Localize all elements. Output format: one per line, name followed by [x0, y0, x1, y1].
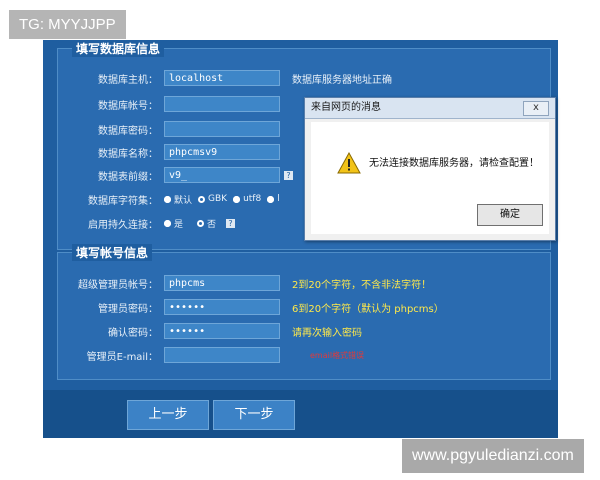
email-label: 管理员E-mail：: [86, 351, 158, 363]
db-user-label: 数据库帐号：: [98, 100, 158, 112]
db-user-input[interactable]: [164, 96, 280, 112]
account-info-legend: 填写帐号信息: [72, 244, 153, 261]
db-charset-label: 数据库字符集：: [88, 195, 158, 207]
admin-user-row: 超级管理员帐号： phpcms 2到20个字符，不含非法字符！: [58, 273, 431, 293]
db-name-label: 数据库名称：: [98, 148, 158, 160]
dialog-title-bar: 来自网页的消息 x: [305, 98, 555, 119]
charset-option-gbk[interactable]: GBK: [198, 194, 227, 204]
confirm-pass-input[interactable]: ••••••: [164, 323, 280, 339]
db-password-label: 数据库密码：: [98, 125, 158, 137]
db-host-row: 数据库主机： localhost 数据库服务器地址正确: [58, 68, 392, 88]
db-name-input[interactable]: phpcmsv9: [164, 144, 280, 160]
db-prefix-input[interactable]: v9_: [164, 167, 280, 183]
db-password-input[interactable]: [164, 121, 280, 137]
admin-pass-label: 管理员密码：: [98, 303, 158, 315]
ok-button[interactable]: 确定: [477, 204, 543, 226]
prev-button[interactable]: 上一步: [127, 400, 209, 430]
account-info-group: 填写帐号信息 超级管理员帐号： phpcms 2到20个字符，不含非法字符！ 管…: [57, 244, 551, 380]
db-host-label: 数据库主机：: [98, 74, 158, 86]
email-row: 管理员E-mail： email格式错误: [58, 345, 364, 365]
db-user-row: 数据库帐号：: [58, 94, 280, 114]
db-host-hint: 数据库服务器地址正确: [292, 74, 392, 86]
db-password-row: 数据库密码：: [58, 119, 280, 139]
db-charset-row: 数据库字符集： 默认 GBK utf8 l: [58, 189, 286, 209]
dialog-body: 无法连接数据库服务器，请检查配置！ 确定: [311, 122, 549, 234]
db-info-legend: 填写数据库信息: [72, 40, 165, 57]
persistent-option-no[interactable]: 否: [197, 217, 216, 230]
admin-pass-row: 管理员密码： •••••• 6到20个字符（默认为 phpcms）: [58, 297, 444, 317]
charset-option-latin1[interactable]: l: [267, 194, 280, 204]
watermark-top: TG: MYYJJPP: [9, 10, 126, 39]
db-name-row: 数据库名称： phpcmsv9: [58, 142, 280, 162]
charset-option-utf8[interactable]: utf8: [233, 194, 261, 204]
db-persistent-row: 启用持久连接： 是 否 ?: [58, 213, 236, 233]
email-hint: email格式错误: [310, 350, 365, 360]
next-button[interactable]: 下一步: [213, 400, 295, 430]
persistent-option-yes[interactable]: 是: [164, 217, 183, 230]
dialog-title: 来自网页的消息: [311, 102, 381, 113]
admin-pass-input[interactable]: ••••••: [164, 299, 280, 315]
alert-dialog: 来自网页的消息 x 无法连接数据库服务器，请检查配置！ 确定: [304, 97, 556, 241]
help-icon[interactable]: ?: [226, 218, 236, 228]
dialog-message: 无法连接数据库服务器，请检查配置！: [369, 158, 539, 169]
help-icon[interactable]: ?: [284, 170, 293, 180]
db-host-input[interactable]: localhost: [164, 70, 280, 86]
admin-pass-hint: 6到20个字符（默认为 phpcms）: [292, 303, 444, 315]
watermark-bottom: www.pgyuledianzi.com: [402, 439, 584, 473]
db-prefix-label: 数据表前缀：: [98, 171, 158, 183]
db-persistent-label: 启用持久连接：: [88, 219, 158, 231]
admin-user-label: 超级管理员帐号：: [78, 279, 158, 291]
admin-user-hint: 2到20个字符，不含非法字符！: [292, 279, 432, 291]
db-prefix-row: 数据表前缀： v9_ ?: [58, 165, 293, 185]
footer-bar: 上一步 下一步: [43, 390, 558, 438]
warning-icon: [337, 152, 361, 174]
confirm-pass-row: 确认密码： •••••• 请再次输入密码: [58, 321, 362, 341]
confirm-pass-hint: 请再次输入密码: [292, 327, 362, 339]
email-input[interactable]: [164, 347, 280, 363]
charset-option-default[interactable]: 默认: [164, 193, 192, 206]
confirm-pass-label: 确认密码：: [108, 327, 158, 339]
admin-user-input[interactable]: phpcms: [164, 275, 280, 291]
close-icon[interactable]: x: [523, 101, 549, 116]
